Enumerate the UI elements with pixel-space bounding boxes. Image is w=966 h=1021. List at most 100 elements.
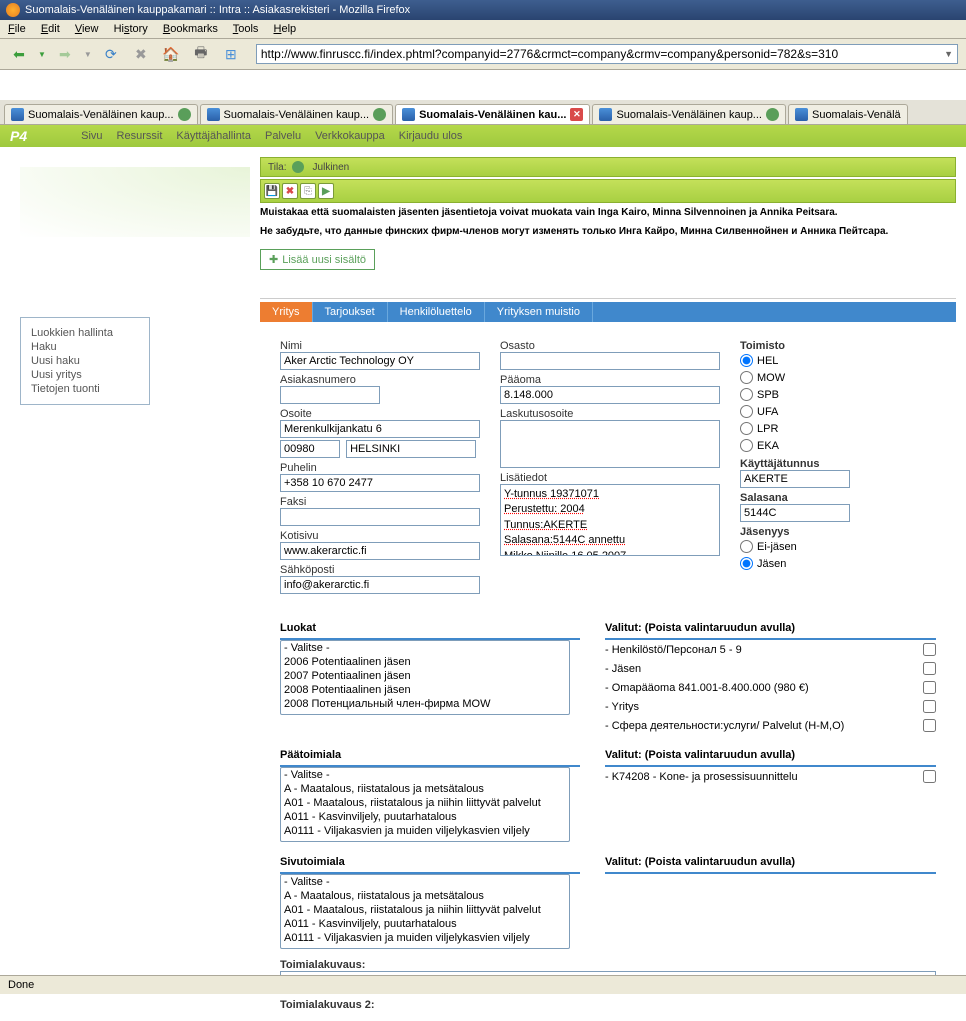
forward-button: ➡ [54,43,76,65]
browser-tab-active[interactable]: Suomalais-Venäläinen kau...✕ [395,104,590,124]
radio-mow[interactable] [740,371,753,384]
selected-item: - Henkilöstö/Персонал 5 - 9 [605,640,936,659]
tab-favicon [402,108,415,121]
label-osoite: Osoite [280,408,480,420]
radio-hel[interactable] [740,354,753,367]
add-content-button[interactable]: ✚ Lisää uusi sisältö [260,249,375,270]
url-bar[interactable]: ▼ [256,44,958,64]
input-salasana[interactable] [740,504,850,522]
tab-reload-icon[interactable] [766,108,779,121]
menu-help[interactable]: Help [274,23,297,35]
copy-button[interactable]: ⎘ [300,183,316,199]
browser-tab[interactable]: Suomalais-Venälä [788,104,908,124]
select-luokat[interactable]: - Valitse -2006 Potentiaalinen jäsen2007… [280,640,570,715]
select-paatoimiala[interactable]: - Valitse -A - Maatalous, riistatalous j… [280,767,570,842]
browser-tab[interactable]: Suomalais-Venäläinen kaup... [200,104,394,124]
url-input[interactable] [261,47,940,61]
header-valitut-sivu: Valitut: (Poista valintaruudun avulla) [605,852,936,874]
sidebar-item[interactable]: Haku [31,340,139,354]
radio-jäsen[interactable] [740,557,753,570]
selected-item: - Сфера деятельности:услуги/ Palvelut (H… [605,716,936,735]
input-osoite-street[interactable] [280,420,480,438]
tab-tarjoukset[interactable]: Tarjoukset [313,302,388,322]
status-bar: Done [0,975,966,994]
label-nimi: Nimi [280,340,480,352]
input-sahkoposti[interactable] [280,576,480,594]
input-paaoma[interactable] [500,386,720,404]
input-puhelin[interactable] [280,474,480,492]
label-osasto: Osasto [500,340,720,352]
save-button[interactable]: 💾 [264,183,280,199]
input-osoite-zip[interactable] [280,440,340,458]
menu-edit[interactable]: Edit [41,23,60,35]
radio-spb[interactable] [740,388,753,401]
browser-tab[interactable]: Suomalais-Venäläinen kaup... [4,104,198,124]
toolbar: ⬅▼ ➡▼ ⟳ ✖ 🏠 🖶 ⊞ ▼ [0,39,966,70]
tab-reload-icon[interactable] [373,108,386,121]
sidebar-item[interactable]: Tietojen tuonti [31,382,139,396]
radio-lpr[interactable] [740,422,753,435]
sidebar-item[interactable]: Uusi yritys [31,368,139,382]
reload-button[interactable]: ⟳ [100,43,122,65]
radio-eijäsen[interactable] [740,540,753,553]
nav-sivu[interactable]: Sivu [81,130,102,142]
new-tab-button[interactable]: ⊞ [220,43,242,65]
input-osasto[interactable] [500,352,720,370]
remove-checkbox[interactable] [923,700,936,713]
action-strip: Tila: Julkinen [260,157,956,177]
tab-yritys[interactable]: Yritys [260,302,313,322]
select-sivutoimiala[interactable]: - Valitse -A - Maatalous, riistatalous j… [280,874,570,949]
tab-muistio[interactable]: Yrityksen muistio [485,302,593,322]
app-nav-bar: P4 Sivu Resurssit Käyttäjähallinta Palve… [0,125,966,147]
input-faksi[interactable] [280,508,480,526]
input-kayttajatunnus[interactable] [740,470,850,488]
menu-history[interactable]: History [114,23,148,35]
print-button[interactable]: 🖶 [190,43,212,65]
nav-logout[interactable]: Kirjaudu ulos [399,130,463,142]
sidebar-item[interactable]: Uusi haku [31,354,139,368]
remove-checkbox[interactable] [923,719,936,732]
input-kotisivu[interactable] [280,542,480,560]
radio-eka[interactable] [740,439,753,452]
status-text: Done [8,979,34,991]
label-sahkoposti: Sähköposti [280,564,480,576]
selected-item: - Yritys [605,697,936,716]
home-button[interactable]: 🏠 [160,43,182,65]
radio-ufa[interactable] [740,405,753,418]
label-kayttajatunnus: Käyttäjätunnus [740,458,900,470]
browser-tab[interactable]: Suomalais-Venäläinen kaup... [592,104,786,124]
menu-bookmarks[interactable]: Bookmarks [163,23,218,35]
menu-tools[interactable]: Tools [233,23,259,35]
nav-palvelu[interactable]: Palvelu [265,130,301,142]
input-asiakasnumero[interactable] [280,386,380,404]
next-button[interactable]: ▶ [318,183,334,199]
firefox-icon [6,3,20,17]
menu-view[interactable]: View [75,23,99,35]
lisatiedot-box[interactable]: Y-tunnus 19371071 Perustettu: 2004 Tunnu… [500,484,720,556]
input-nimi[interactable] [280,352,480,370]
remove-checkbox[interactable] [923,681,936,694]
delete-button[interactable]: ✖ [282,183,298,199]
tab-reload-icon[interactable] [178,108,191,121]
input-laskutusosoite[interactable] [500,420,720,468]
tab-henkiloluettelo[interactable]: Henkilöluettelo [388,302,485,322]
nav-verkkokauppa[interactable]: Verkkokauppa [315,130,385,142]
remove-checkbox[interactable] [923,770,936,783]
label-laskutusosoite: Laskutusosoite [500,408,720,420]
url-dropdown-icon[interactable]: ▼ [944,49,953,59]
input-osoite-city[interactable] [346,440,476,458]
remove-checkbox[interactable] [923,662,936,675]
check-icon [292,161,304,173]
remove-checkbox[interactable] [923,643,936,656]
tab-favicon [795,108,808,121]
header-luokat: Luokat [280,618,580,640]
label-jasenyys: Jäsenyys [740,526,900,538]
menu-file[interactable]: File [8,23,26,35]
selected-item: - K74208 - Kone- ja prosessisuunnittelu [605,767,936,786]
nav-resurssit[interactable]: Resurssit [117,130,163,142]
back-button[interactable]: ⬅ [8,43,30,65]
menu-bar: File Edit View History Bookmarks Tools H… [0,20,966,39]
nav-kayttajahallinta[interactable]: Käyttäjähallinta [176,130,251,142]
tab-close-icon[interactable]: ✕ [570,108,583,121]
sidebar-item[interactable]: Luokkien hallinta [31,326,139,340]
